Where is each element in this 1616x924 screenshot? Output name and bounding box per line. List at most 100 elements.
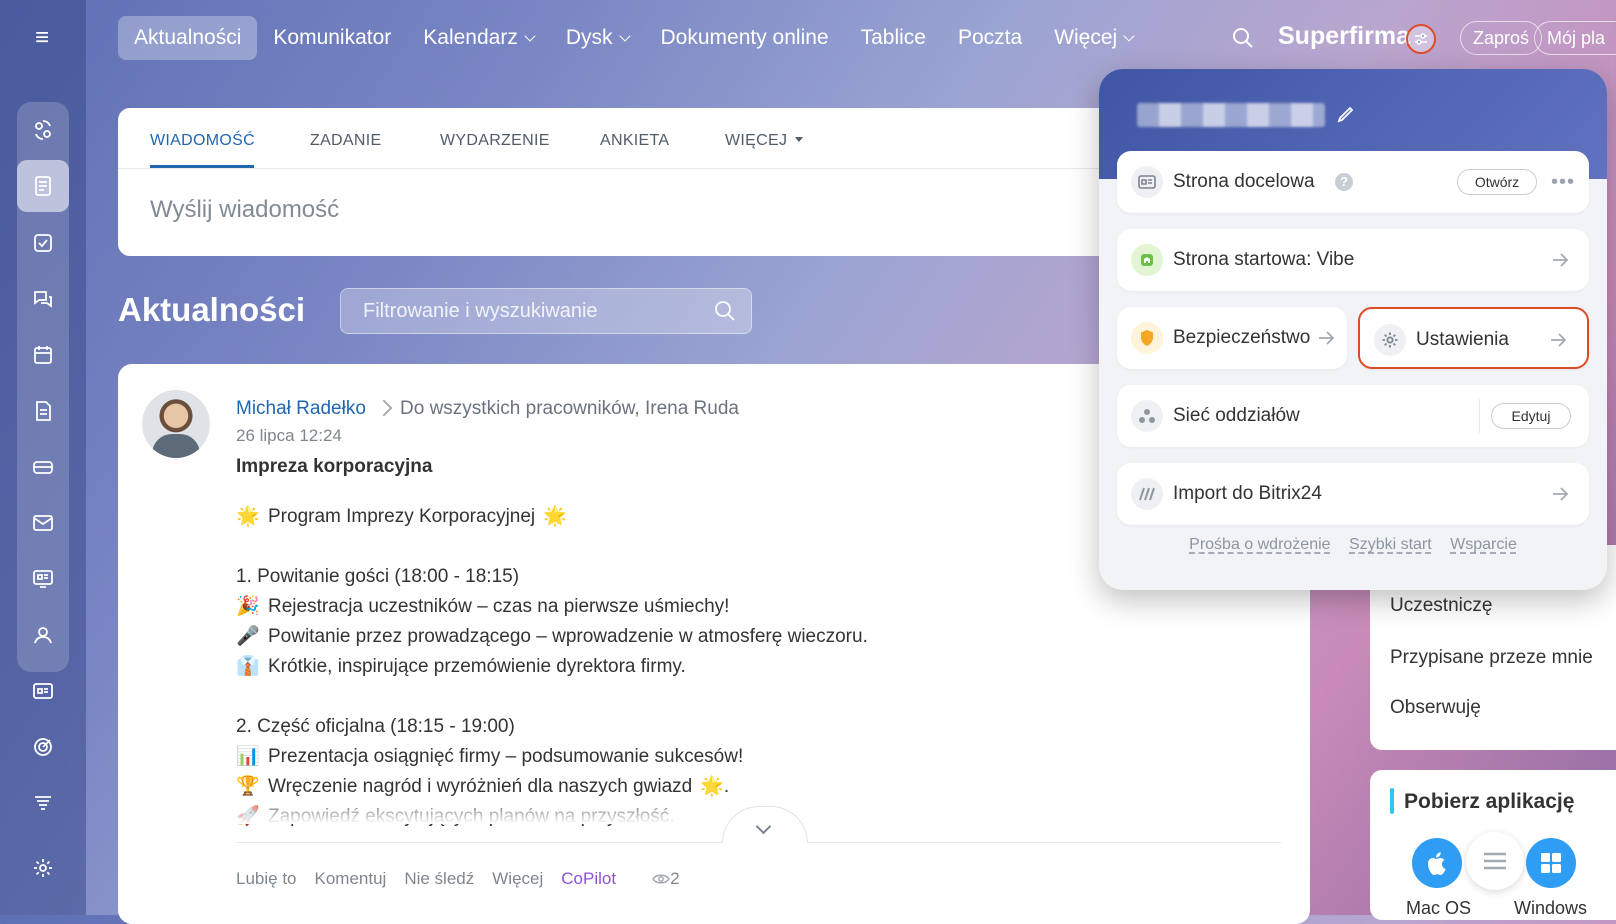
link-support[interactable]: Wsparcie <box>1450 536 1517 553</box>
like-button[interactable]: Lubię to <box>236 869 297 889</box>
contact-center-icon[interactable] <box>25 673 61 709</box>
tasks-icon[interactable] <box>25 225 61 261</box>
arrow-right-icon <box>1553 253 1569 267</box>
menu-item-branch-network[interactable]: Sieć oddziałów Edytuj <box>1117 385 1589 447</box>
start-page-label: Strona startowa: Vibe <box>1173 249 1355 270</box>
filter-search-input[interactable]: Filtrowanie i wyszukiwanie <box>340 288 752 334</box>
crm-icon[interactable] <box>25 449 61 485</box>
nav-item-feed[interactable]: Aktualności <box>118 16 258 60</box>
pencil-icon[interactable] <box>1335 103 1357 125</box>
post-composer: WIADOMOŚĆ ZADANIE WYDARZENIE ANKIETA WIĘ… <box>118 108 1138 256</box>
nav-item-boards[interactable]: Tablice <box>845 16 942 60</box>
mail-icon[interactable] <box>25 505 61 541</box>
help-icon[interactable]: ? <box>1335 173 1353 191</box>
message-input[interactable]: Wyślij wiadomość <box>150 196 339 224</box>
nav-item-drive[interactable]: Dysk <box>550 16 645 60</box>
company-name[interactable]: Superfirma <box>1278 22 1410 51</box>
post-recipients[interactable]: Do wszystkich pracowników, Irena Ruda <box>400 398 739 420</box>
list-icon[interactable] <box>1466 832 1524 890</box>
feed-icon[interactable] <box>17 160 69 212</box>
menu-icon[interactable]: ≡ <box>30 26 54 50</box>
post-date[interactable]: 26 lipca 12:24 <box>236 426 342 446</box>
tab-poll[interactable]: ANKIETA <box>600 132 669 150</box>
app-label-windows[interactable]: Windows <box>1514 898 1587 919</box>
filter-participating[interactable]: Uczestniczę <box>1390 595 1492 617</box>
employees-icon[interactable] <box>25 617 61 653</box>
gear-icon <box>1374 324 1406 356</box>
post-line-text: 2. Część oficjalna (18:15 - 19:00) <box>236 716 515 737</box>
post-body: 🌟 Program Imprezy Korporacyjnej 🌟 1. Powita… <box>236 502 1136 832</box>
import-icon <box>1131 478 1163 510</box>
emoji-icon: 👔 <box>236 656 260 677</box>
app-label-macos[interactable]: Mac OS <box>1406 898 1471 919</box>
post-line: 🌟 Program Imprezy Korporacyjnej 🌟 <box>236 502 1136 532</box>
emoji-icon: 📊 <box>236 746 260 767</box>
post-author[interactable]: Michał Radełko <box>236 398 366 420</box>
calendar-icon[interactable] <box>25 337 61 373</box>
eye-icon <box>652 874 670 884</box>
views-count: 2 <box>670 869 680 888</box>
company-name-blurred <box>1137 103 1325 127</box>
more-button[interactable]: Więcej <box>492 869 543 889</box>
left-sidebar: ≡ <box>0 0 86 915</box>
tab-task[interactable]: ZADANIE <box>310 132 381 150</box>
import-label: Import do Bitrix24 <box>1173 483 1322 504</box>
nav-item-online-docs[interactable]: Dokumenty online <box>645 16 845 60</box>
nav-item-calendar[interactable]: Kalendarz <box>407 16 550 60</box>
security-label: Bezpieczeństwo <box>1173 327 1311 348</box>
emoji-icon: 🌟 <box>236 506 260 527</box>
menu-item-import[interactable]: Import do Bitrix24 <box>1117 463 1589 525</box>
automation-icon[interactable] <box>25 785 61 821</box>
my-plan-button[interactable]: Mój pla <box>1534 21 1616 55</box>
post-line-text: Prezentacja osiągnięć firmy – podsumowan… <box>268 746 744 767</box>
emoji-icon: 🌟 <box>543 506 567 527</box>
menu-item-start-page[interactable]: Strona startowa: Vibe <box>1117 229 1589 291</box>
search-icon[interactable] <box>713 299 737 323</box>
windows-icon[interactable] <box>1526 838 1576 888</box>
settings-icon[interactable] <box>25 850 61 886</box>
link-quick-start[interactable]: Szybki start <box>1349 536 1432 553</box>
more-dots-icon[interactable]: ••• <box>1551 171 1575 194</box>
chat-icon[interactable] <box>25 281 61 317</box>
copilot-button[interactable]: CoPilot <box>561 869 616 889</box>
filter-assigned-by-me[interactable]: Przypisane przeze mnie <box>1390 647 1593 669</box>
menu-item-landing-page[interactable]: Strona docelowa ? Otwórz ••• <box>1117 151 1589 213</box>
menu-item-security[interactable]: Bezpieczeństwo <box>1117 307 1347 369</box>
copilot-icon[interactable] <box>25 112 61 148</box>
sites-icon[interactable] <box>25 561 61 597</box>
views-counter: 2 <box>652 869 697 889</box>
goals-icon[interactable] <box>25 729 61 765</box>
post-title: Impreza korporacyjna <box>236 456 433 477</box>
tab-event[interactable]: WYDARZENIE <box>440 132 550 150</box>
branch-network-label: Sieć oddziałów <box>1173 405 1300 426</box>
post-line: 🎤 Powitanie przez prowadzącego – wprowadz… <box>236 622 1136 652</box>
tab-message[interactable]: WIADOMOŚĆ <box>150 132 255 150</box>
apple-icon[interactable] <box>1412 838 1462 888</box>
network-icon <box>1131 400 1163 432</box>
shield-icon <box>1131 322 1163 354</box>
documents-icon[interactable] <box>25 393 61 429</box>
caret-down-icon <box>795 136 804 142</box>
post-line: 👔 Krótkie, inspirujące przemówienie dyrek… <box>236 652 1136 682</box>
search-icon[interactable] <box>1231 26 1255 50</box>
comment-button[interactable]: Komentuj <box>315 869 387 889</box>
active-tab-indicator <box>150 165 254 168</box>
nav-item-messenger[interactable]: Komunikator <box>257 16 407 60</box>
unfollow-button[interactable]: Nie śledź <box>404 869 474 889</box>
filter-following[interactable]: Obserwuję <box>1390 697 1481 719</box>
company-settings-icon[interactable] <box>1406 24 1436 54</box>
edit-button[interactable]: Edytuj <box>1491 403 1571 429</box>
open-button[interactable]: Otwórz <box>1457 169 1537 195</box>
avatar[interactable] <box>142 390 210 458</box>
chevron-down-icon <box>755 818 772 835</box>
nav-item-mail[interactable]: Poczta <box>942 16 1038 60</box>
tab-more[interactable]: WIĘCEJ <box>725 132 804 150</box>
post-line: 1. Powitanie gości (18:00 - 18:15) <box>236 562 1136 592</box>
top-navigation: Aktualności Komunikator Kalendarz Dysk D… <box>118 16 1149 60</box>
menu-item-settings[interactable]: Ustawienia <box>1358 307 1589 369</box>
invite-button[interactable]: Zaproś <box>1460 21 1543 55</box>
nav-item-more[interactable]: Więcej <box>1038 16 1149 60</box>
post-line: 📊 Prezentacja osiągnięć firmy – podsumowa… <box>236 742 1136 772</box>
link-implementation-request[interactable]: Prośba o wdrożenie <box>1189 536 1330 553</box>
